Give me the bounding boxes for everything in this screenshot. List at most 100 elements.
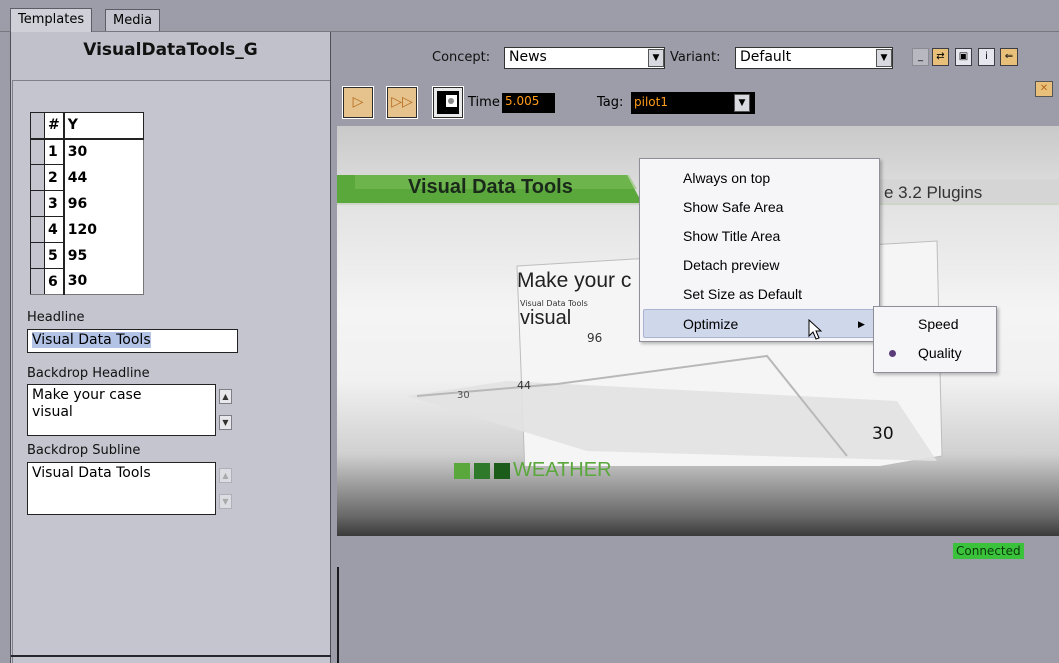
backdrop-subline-label: Backdrop Subline bbox=[27, 443, 141, 458]
row-index: 3 bbox=[43, 190, 65, 217]
scroll-down-icon[interactable]: ▼ bbox=[219, 415, 232, 430]
time-label: Time bbox=[468, 95, 500, 110]
menu-item-always-on-top[interactable]: Always on top bbox=[683, 164, 770, 193]
status-bar bbox=[335, 537, 1059, 567]
row-index: 6 bbox=[43, 268, 65, 295]
concept-value: News bbox=[509, 49, 547, 65]
submenu-arrow-icon: ▶ bbox=[858, 319, 865, 329]
menu-item-show-title-area[interactable]: Show Title Area bbox=[683, 222, 780, 251]
card-headline: Make your c bbox=[517, 269, 632, 292]
mouse-cursor-icon bbox=[808, 319, 822, 340]
headline-input[interactable]: Visual Data Tools bbox=[27, 329, 238, 353]
scroll-up-icon[interactable]: ▲ bbox=[219, 389, 232, 404]
tab-media[interactable]: Media bbox=[105, 9, 161, 31]
snapshot-icon bbox=[437, 91, 459, 114]
back-arrow-icon[interactable]: ⇐ bbox=[1000, 48, 1018, 66]
menu-item-optimize-label: Optimize bbox=[683, 316, 739, 332]
logo-square-3 bbox=[494, 463, 510, 479]
chart-value-30-left: 30 bbox=[457, 390, 470, 401]
minimize-icon[interactable]: _ bbox=[912, 48, 929, 66]
headline-label: Headline bbox=[27, 310, 85, 325]
cell-y[interactable]: 44 bbox=[63, 164, 145, 191]
divider bbox=[11, 655, 331, 657]
data-table[interactable]: # Y 1 30 2 44 3 96 4 120 5 95 6 30 bbox=[30, 112, 145, 295]
optimize-submenu: Speed Quality bbox=[873, 306, 997, 373]
backdrop-headline-input[interactable]: Make your case visual bbox=[27, 384, 216, 436]
step-icon: ▷▷ bbox=[391, 94, 413, 110]
scroll-up-icon: ▲ bbox=[219, 468, 232, 483]
close-preview-icon[interactable]: ✕ bbox=[1035, 81, 1053, 97]
chart-value-96: 96 bbox=[587, 331, 603, 345]
submenu-item-speed[interactable]: Speed bbox=[918, 310, 958, 339]
variant-label: Variant: bbox=[670, 50, 721, 65]
lower-panel bbox=[337, 567, 1059, 663]
logo-square-1 bbox=[454, 463, 470, 479]
tab-templates[interactable]: Templates bbox=[10, 8, 93, 32]
card-subtitle: visual bbox=[520, 307, 572, 329]
cell-y[interactable]: 95 bbox=[63, 242, 145, 269]
radio-selected-icon bbox=[889, 350, 896, 357]
column-header-y: Y bbox=[63, 112, 145, 140]
table-header-row: # Y bbox=[30, 112, 145, 140]
table-row[interactable]: 5 95 bbox=[30, 242, 145, 269]
chart-value-44: 44 bbox=[517, 379, 531, 392]
concept-label: Concept: bbox=[432, 50, 491, 65]
info-icon[interactable]: i bbox=[978, 48, 995, 66]
row-selector[interactable] bbox=[30, 164, 45, 191]
backdrop-headline-label: Backdrop Headline bbox=[27, 366, 150, 381]
headline-value: Visual Data Tools bbox=[32, 332, 151, 348]
submenu-item-quality[interactable]: Quality bbox=[918, 339, 962, 368]
row-index: 5 bbox=[43, 242, 65, 269]
swap-icon[interactable]: ⇄ bbox=[932, 48, 949, 66]
table-row[interactable]: 1 30 bbox=[30, 138, 145, 165]
table-row[interactable]: 4 120 bbox=[30, 216, 145, 243]
row-selector[interactable] bbox=[30, 138, 45, 165]
tag-value: pilot1 bbox=[634, 95, 668, 109]
cell-y[interactable]: 30 bbox=[63, 138, 145, 165]
tag-label: Tag: bbox=[597, 95, 624, 110]
backdrop-headline-line2: visual bbox=[32, 404, 73, 420]
concept-select[interactable]: News bbox=[504, 47, 665, 69]
column-header-index: # bbox=[43, 112, 65, 140]
banner-title: Visual Data Tools bbox=[408, 176, 573, 198]
step-button[interactable]: ▷▷ bbox=[386, 86, 418, 119]
table-row[interactable]: 3 96 bbox=[30, 190, 145, 217]
table-row[interactable]: 6 30 bbox=[30, 268, 145, 295]
row-index: 1 bbox=[43, 138, 65, 165]
menu-item-set-size-default[interactable]: Set Size as Default bbox=[683, 280, 802, 309]
row-selector[interactable] bbox=[30, 190, 45, 217]
chevron-down-icon[interactable]: ▼ bbox=[648, 49, 664, 67]
menu-item-optimize[interactable]: Optimize ▶ bbox=[643, 309, 876, 338]
logo-square-2 bbox=[474, 463, 490, 479]
row-selector[interactable] bbox=[30, 216, 45, 243]
chart-value-30-right: 30 bbox=[872, 424, 894, 444]
connection-status-badge: Connected bbox=[953, 543, 1024, 559]
variant-value: Default bbox=[740, 49, 792, 65]
chevron-down-icon[interactable]: ▼ bbox=[876, 49, 892, 67]
menu-item-show-safe-area[interactable]: Show Safe Area bbox=[683, 193, 783, 222]
play-button[interactable]: ▷ bbox=[342, 86, 374, 119]
row-header-corner bbox=[30, 112, 45, 140]
template-title: VisualDataTools_G bbox=[83, 40, 258, 60]
table-row[interactable]: 2 44 bbox=[30, 164, 145, 191]
preview-icon[interactable]: ▣ bbox=[955, 48, 972, 66]
row-selector[interactable] bbox=[30, 268, 45, 295]
row-selector[interactable] bbox=[30, 242, 45, 269]
cell-y[interactable]: 30 bbox=[63, 268, 145, 295]
cell-y[interactable]: 96 bbox=[63, 190, 145, 217]
time-value[interactable]: 5.005 bbox=[502, 93, 555, 113]
preview-context-menu: Always on top Show Safe Area Show Title … bbox=[639, 158, 880, 342]
banner-right-text: e 3.2 Plugins bbox=[884, 183, 983, 202]
backdrop-subline-input[interactable]: Visual Data Tools bbox=[27, 462, 216, 515]
cell-y[interactable]: 120 bbox=[63, 216, 145, 243]
play-icon: ▷ bbox=[352, 94, 364, 110]
weather-logo-text: WEATHER bbox=[513, 459, 612, 481]
snapshot-button[interactable] bbox=[432, 86, 464, 119]
backdrop-headline-line1: Make your case bbox=[32, 387, 142, 403]
backdrop-subline-value: Visual Data Tools bbox=[32, 465, 151, 481]
variant-select[interactable]: Default bbox=[735, 47, 893, 69]
scroll-down-icon: ▼ bbox=[219, 494, 232, 509]
menu-item-detach-preview[interactable]: Detach preview bbox=[683, 251, 780, 280]
row-index: 2 bbox=[43, 164, 65, 191]
chevron-down-icon[interactable]: ▼ bbox=[734, 94, 750, 112]
